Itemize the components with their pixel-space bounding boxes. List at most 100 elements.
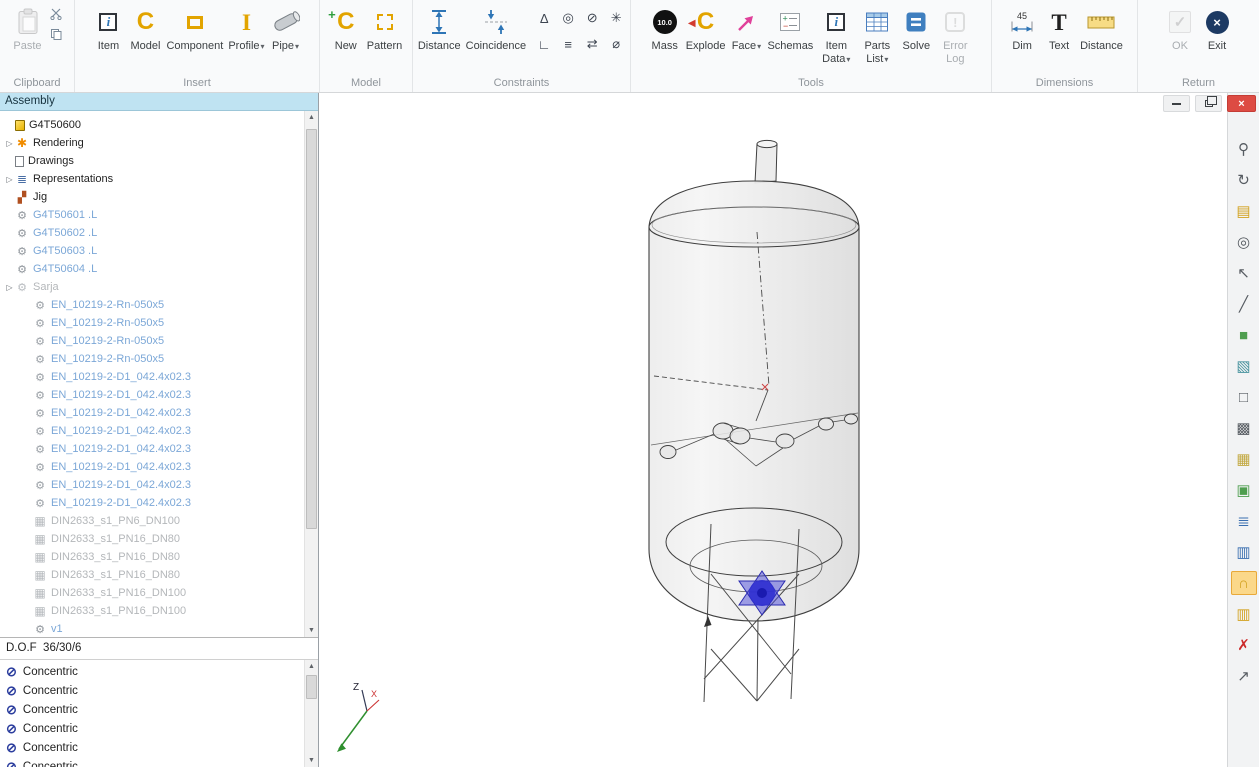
tree-item[interactable]: ▷ DIN2633_s1_PN16_DN80: [0, 566, 304, 584]
constraint-row[interactable]: ⊘ Concentric: [0, 738, 304, 757]
tree-item[interactable]: ▷ EN_10219-2-Rn-050x5: [0, 332, 304, 350]
tree-item[interactable]: ▷ Sarja: [0, 278, 304, 296]
dim-button[interactable]: 45 Dim: [1004, 2, 1040, 53]
insert-model-button[interactable]: C Model: [127, 2, 163, 53]
tree-item[interactable]: ▷ EN_10219-2-Rn-050x5: [0, 350, 304, 368]
coincidence-constraint-button[interactable]: Coincidence: [464, 2, 529, 53]
model-viewport[interactable]: Z X: [319, 93, 1227, 767]
tree-item[interactable]: ▷ G4T50601 .L: [0, 206, 304, 224]
mass-button[interactable]: 10.0 Mass: [647, 2, 683, 53]
minimize-button[interactable]: [1163, 95, 1190, 112]
tree-item[interactable]: ▷ EN_10219-2-Rn-050x5: [0, 314, 304, 332]
tree-scrollbar[interactable]: ▲ ▼: [304, 111, 318, 637]
constraints-scrollbar[interactable]: ▲ ▼: [304, 660, 318, 767]
tree-item[interactable]: ▷ DIN2633_s1_PN16_DN80: [0, 530, 304, 548]
angle-constraint-icon[interactable]: ∆: [533, 6, 555, 30]
constraint-row[interactable]: ⊘ Concentric: [0, 719, 304, 738]
restore-button[interactable]: [1195, 95, 1222, 112]
scroll-up-icon[interactable]: ▲: [305, 111, 318, 124]
expand-arrow-icon[interactable]: ▷: [4, 283, 15, 292]
box-yellow-icon[interactable]: ▦: [1231, 447, 1257, 471]
paste-button[interactable]: Paste: [10, 2, 46, 53]
sweep-icon[interactable]: ∩: [1231, 571, 1257, 595]
tree-item[interactable]: ▷ DIN2633_s1_PN16_DN100: [0, 602, 304, 620]
tree-item[interactable]: ▷ EN_10219-2-Rn-050x5: [0, 296, 304, 314]
green-panel-icon[interactable]: ■: [1231, 323, 1257, 347]
new-model-button[interactable]: +C New: [328, 2, 364, 53]
constraint-row[interactable]: ⊘ Concentric: [0, 681, 304, 700]
constraint-row[interactable]: ⊘ Concentric: [0, 662, 304, 681]
tree-item[interactable]: ▷ EN_10219-2-D1_042.4x02.3: [0, 422, 304, 440]
insert-component-button[interactable]: Component: [164, 2, 225, 53]
pointer-arrow-icon[interactable]: ↖: [1231, 261, 1257, 285]
diameter-constraint-icon[interactable]: ⌀: [605, 32, 627, 56]
perpendicular-constraint-icon[interactable]: ∟: [533, 32, 555, 56]
face-button[interactable]: Face▾: [728, 2, 764, 53]
opposite-constraint-icon[interactable]: ⇄: [581, 32, 603, 56]
scroll-up-icon[interactable]: ▲: [305, 660, 318, 673]
cube-icon[interactable]: □: [1231, 385, 1257, 409]
cube-shaded-icon[interactable]: ▩: [1231, 416, 1257, 440]
scroll-down-icon[interactable]: ▼: [305, 754, 318, 767]
scroll-down-icon[interactable]: ▼: [305, 624, 318, 637]
distance-dim-button[interactable]: Distance: [1078, 2, 1125, 53]
tree-item[interactable]: ▷ EN_10219-2-D1_042.4x02.3: [0, 440, 304, 458]
tree-item[interactable]: ▷ v1: [0, 620, 304, 637]
constraint-row[interactable]: ⊘ Concentric: [0, 757, 304, 767]
distance-constraint-button[interactable]: Distance: [416, 2, 463, 53]
cube-green-icon[interactable]: ▣: [1231, 478, 1257, 502]
tree-item[interactable]: ▷ EN_10219-2-D1_042.4x02.3: [0, 386, 304, 404]
error-log-button[interactable]: ! Error Log: [935, 2, 975, 65]
tree-item[interactable]: ▷ Drawings: [0, 152, 304, 170]
tree-item[interactable]: ▷ DIN2633_s1_PN6_DN100: [0, 512, 304, 530]
solve-button[interactable]: Solve: [898, 2, 934, 53]
tree-item[interactable]: ▷ G4T50603 .L: [0, 242, 304, 260]
text-button[interactable]: T Text: [1041, 2, 1077, 53]
cut-button[interactable]: [47, 6, 65, 22]
insert-pipe-button[interactable]: Pipe▾: [268, 2, 304, 53]
item-data-button[interactable]: i Item Data▾: [816, 2, 856, 65]
trim-icon[interactable]: ╱: [1231, 292, 1257, 316]
delete-icon[interactable]: ✗: [1231, 633, 1257, 657]
ruler-icon[interactable]: ▤: [1231, 199, 1257, 223]
parts-list-button[interactable]: Parts List▾: [857, 2, 897, 65]
layers-icon[interactable]: ≣: [1231, 509, 1257, 533]
expand-arrow-icon[interactable]: ▷: [4, 139, 15, 148]
cube-top-icon[interactable]: ▧: [1231, 354, 1257, 378]
explode-button[interactable]: ◀C Explode: [684, 2, 728, 53]
exit-button[interactable]: × Exit: [1199, 2, 1235, 53]
tree-item[interactable]: ▷ Jig: [0, 188, 304, 206]
insert-item-button[interactable]: Ci Item: [90, 2, 126, 53]
concentric-constraint-icon[interactable]: ◎: [557, 6, 579, 30]
tree-item[interactable]: ▷ EN_10219-2-D1_042.4x02.3: [0, 404, 304, 422]
tree-item[interactable]: ▷ EN_10219-2-D1_042.4x02.3: [0, 476, 304, 494]
booklet-icon[interactable]: ▥: [1231, 540, 1257, 564]
ok-button[interactable]: ✓ OK: [1162, 2, 1198, 53]
parallel-constraint-icon[interactable]: ≡: [557, 32, 579, 56]
scrollbar-thumb[interactable]: [306, 675, 317, 699]
scrollbar-thumb[interactable]: [306, 129, 317, 529]
export-icon[interactable]: ↗: [1231, 664, 1257, 688]
insert-profile-button[interactable]: I Profile▾: [226, 2, 266, 53]
tree-item[interactable]: ▷ EN_10219-2-D1_042.4x02.3: [0, 368, 304, 386]
pin-icon[interactable]: ⚲: [1231, 137, 1257, 161]
tree-item[interactable]: ▷ G4T50602 .L: [0, 224, 304, 242]
symmetry-constraint-icon[interactable]: ✳: [605, 6, 627, 30]
expand-arrow-icon[interactable]: ▷: [4, 175, 15, 184]
tangent-constraint-icon[interactable]: ⊘: [581, 6, 603, 30]
constraint-row[interactable]: ⊘ Concentric: [0, 700, 304, 719]
copy-button[interactable]: [47, 26, 65, 42]
tree-item[interactable]: ▷ Rendering: [0, 134, 304, 152]
tree-item[interactable]: ▷ DIN2633_s1_PN16_DN100: [0, 584, 304, 602]
close-button[interactable]: ×: [1227, 95, 1256, 112]
tree-item[interactable]: ▷ G4T50604 .L: [0, 260, 304, 278]
tree-item[interactable]: ▷ Representations: [0, 170, 304, 188]
refresh-icon[interactable]: ↻: [1231, 168, 1257, 192]
snap-center-icon[interactable]: ◎: [1231, 230, 1257, 254]
schemas-button[interactable]: +− Schemas: [765, 2, 815, 53]
tree-item[interactable]: ▷ EN_10219-2-D1_042.4x02.3: [0, 458, 304, 476]
tree-item[interactable]: ▷ G4T50600: [0, 116, 304, 134]
pattern-button[interactable]: Pattern: [365, 2, 404, 53]
tree-item[interactable]: ▷ DIN2633_s1_PN16_DN80: [0, 548, 304, 566]
tree-item[interactable]: ▷ EN_10219-2-D1_042.4x02.3: [0, 494, 304, 512]
